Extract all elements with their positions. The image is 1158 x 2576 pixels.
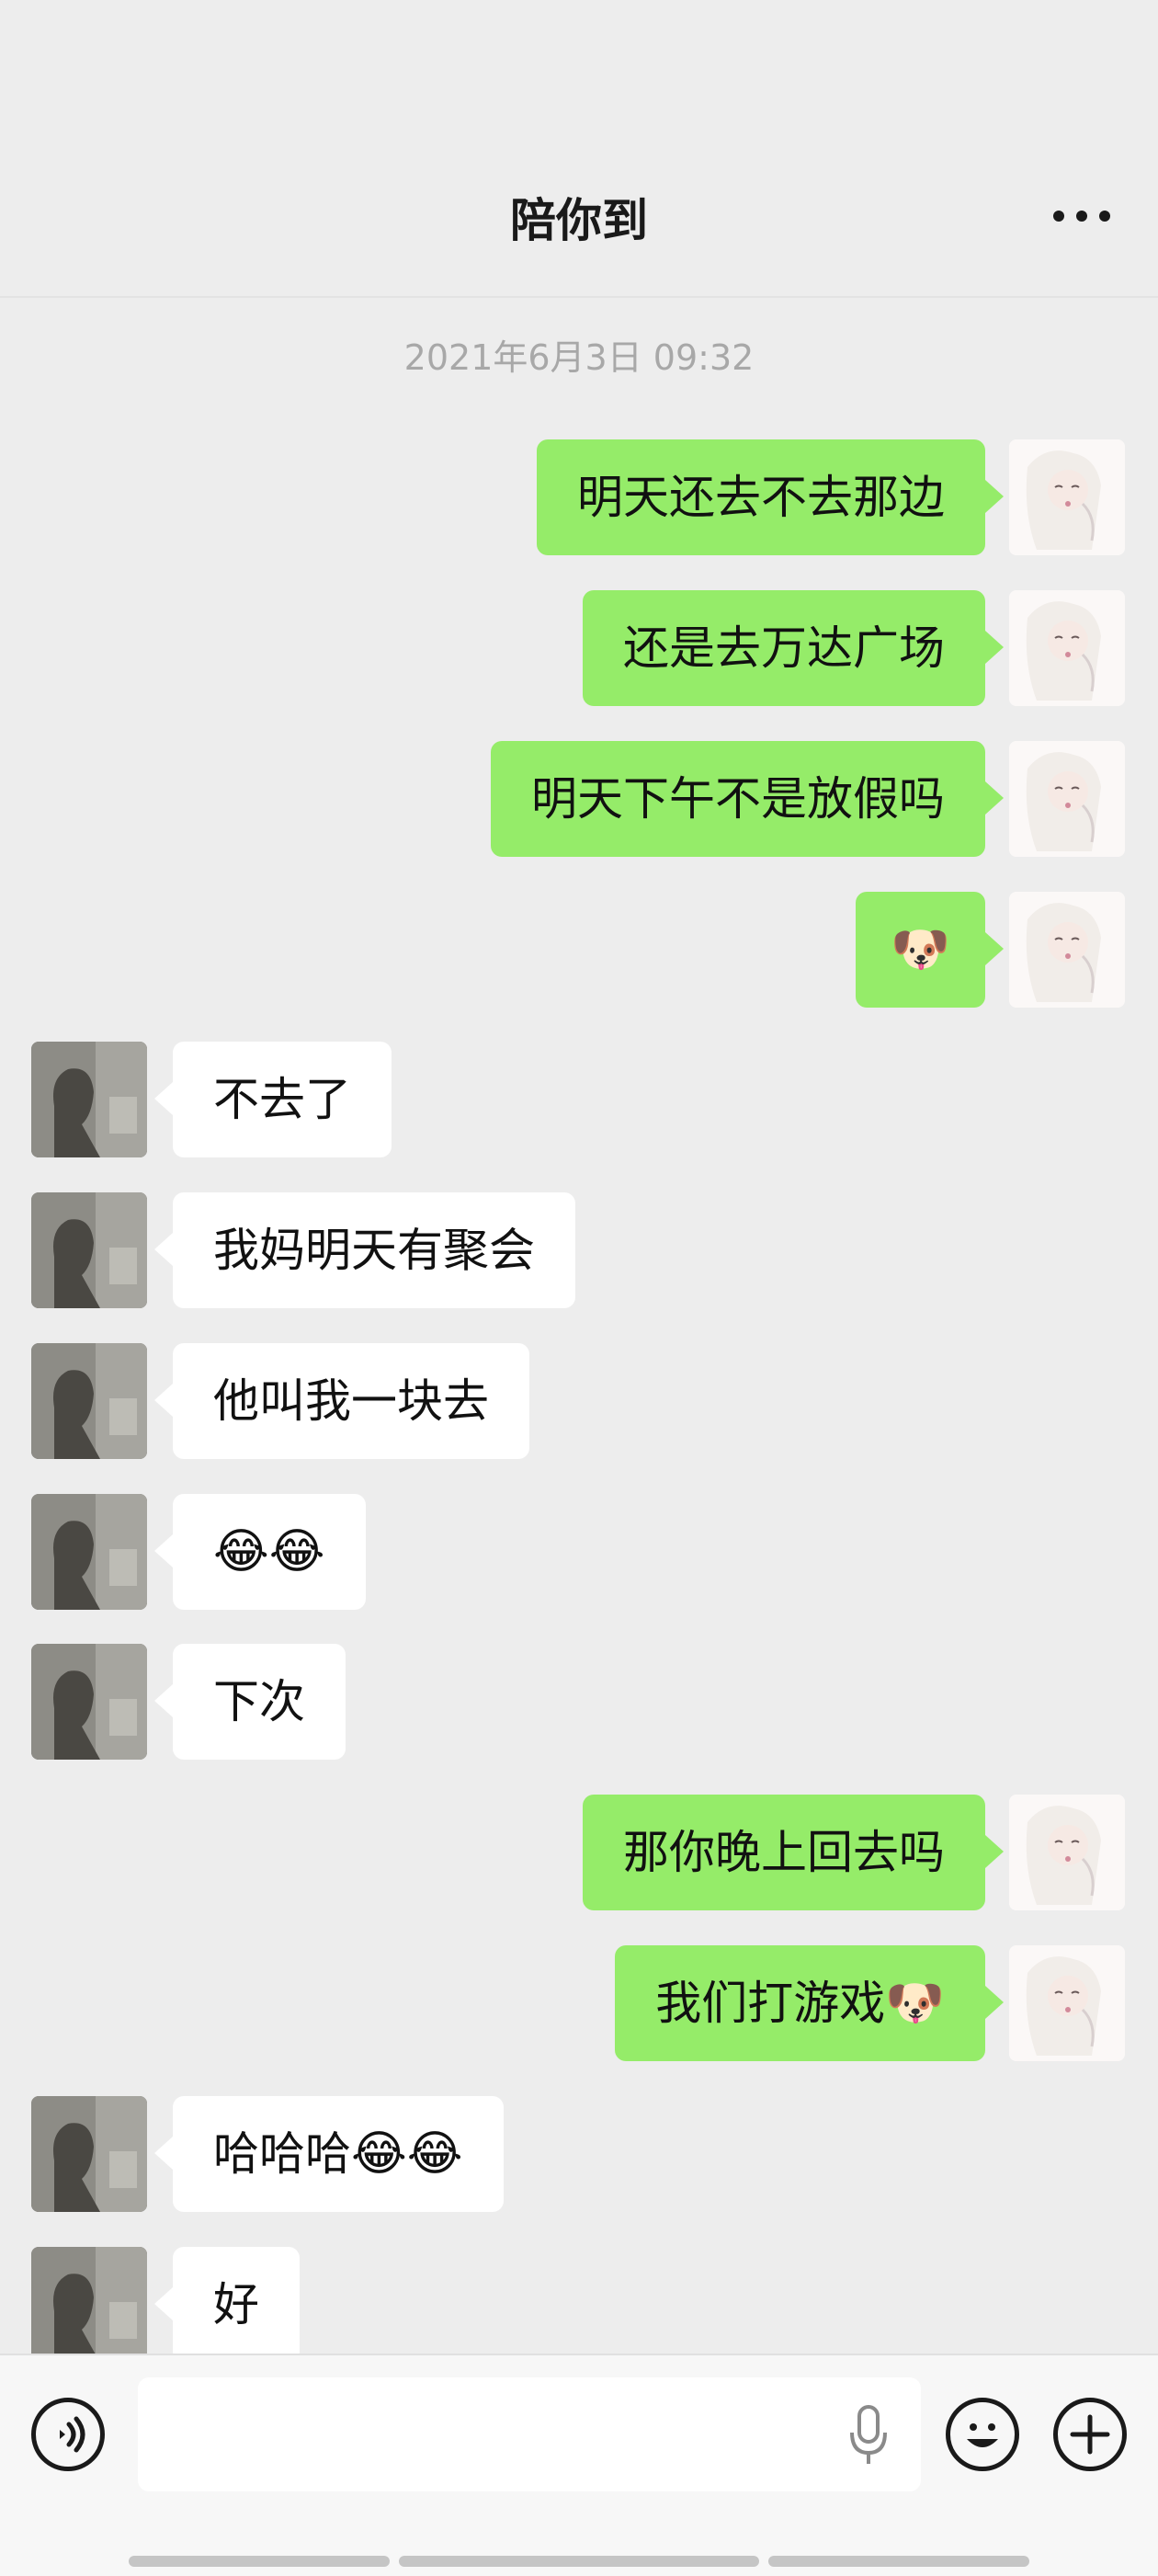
- self-avatar[interactable]: [1009, 439, 1125, 555]
- message-bubble-self[interactable]: 我们打游戏🐶: [615, 1945, 1004, 2061]
- nav-handle: [768, 2556, 1029, 2567]
- contact-avatar[interactable]: [31, 1494, 147, 1610]
- message-text: 哈哈哈: [213, 2127, 351, 2181]
- message-text: 明天下午不是放假吗: [531, 772, 945, 826]
- chat-title: 陪你到: [510, 194, 648, 247]
- plus-icon[interactable]: [1053, 2398, 1127, 2471]
- more-horizontal-icon[interactable]: [1050, 188, 1114, 244]
- message-bubble-self[interactable]: 明天还去不去那边: [537, 439, 1004, 555]
- message-bubble-other[interactable]: 我妈明天有聚会: [154, 1192, 575, 1308]
- message-bubble-other[interactable]: 好: [154, 2247, 300, 2363]
- message-text: 明天还去不去那边: [577, 471, 945, 524]
- message-bubble-self[interactable]: 还是去万达广场: [583, 590, 1004, 706]
- message-bubble-self[interactable]: 明天下午不是放假吗: [491, 741, 1004, 857]
- chat-timestamp: 2021年6月3日 09:32: [403, 337, 755, 378]
- message-bubble-self[interactable]: 🐶: [856, 892, 1004, 1008]
- message-text: 他叫我一块去: [213, 1374, 489, 1428]
- doge-emoji-icon: 🐶: [891, 922, 950, 977]
- contact-avatar[interactable]: [31, 1644, 147, 1760]
- laughing-tears-emoji-icon: 😂😂: [351, 2126, 463, 2182]
- contact-avatar[interactable]: [31, 2096, 147, 2212]
- self-avatar[interactable]: [1009, 1795, 1125, 1910]
- contact-avatar[interactable]: [31, 1042, 147, 1157]
- message-text: 还是去万达广场: [623, 621, 945, 675]
- message-text: 好: [213, 2278, 259, 2331]
- message-text: 我妈明天有聚会: [213, 1224, 535, 1277]
- nav-handle: [399, 2556, 759, 2567]
- message-bubble-other[interactable]: 他叫我一块去: [154, 1343, 529, 1459]
- message-input[interactable]: [138, 2377, 921, 2491]
- message-bubble-self[interactable]: 那你晚上回去吗: [583, 1795, 1004, 1910]
- message-bubble-other[interactable]: 😂😂: [154, 1494, 366, 1610]
- laughing-tears-emoji-icon: 😂😂: [213, 1524, 325, 1579]
- message-bubble-other[interactable]: 下次: [154, 1644, 346, 1760]
- self-avatar[interactable]: [1009, 1945, 1125, 2061]
- chat-header: 陪你到: [0, 0, 1158, 298]
- emoji-icon[interactable]: [946, 2398, 1019, 2471]
- self-avatar[interactable]: [1009, 892, 1125, 1008]
- self-avatar[interactable]: [1009, 590, 1125, 706]
- message-text: 下次: [213, 1675, 305, 1728]
- voice-input-icon[interactable]: [31, 2398, 105, 2471]
- contact-avatar[interactable]: [31, 2247, 147, 2363]
- microphone-icon[interactable]: [844, 2403, 893, 2468]
- message-bubble-other[interactable]: 不去了: [154, 1042, 392, 1157]
- message-text: 不去了: [213, 1073, 351, 1126]
- contact-avatar[interactable]: [31, 1192, 147, 1308]
- self-avatar[interactable]: [1009, 741, 1125, 857]
- doge-emoji-icon: 🐶: [885, 1976, 945, 2031]
- nav-handle: [129, 2556, 390, 2567]
- message-bubble-other[interactable]: 哈哈哈😂😂: [154, 2096, 504, 2212]
- contact-avatar[interactable]: [31, 1343, 147, 1459]
- message-text: 我们打游戏: [655, 1977, 886, 2030]
- message-text: 那你晚上回去吗: [623, 1826, 945, 1879]
